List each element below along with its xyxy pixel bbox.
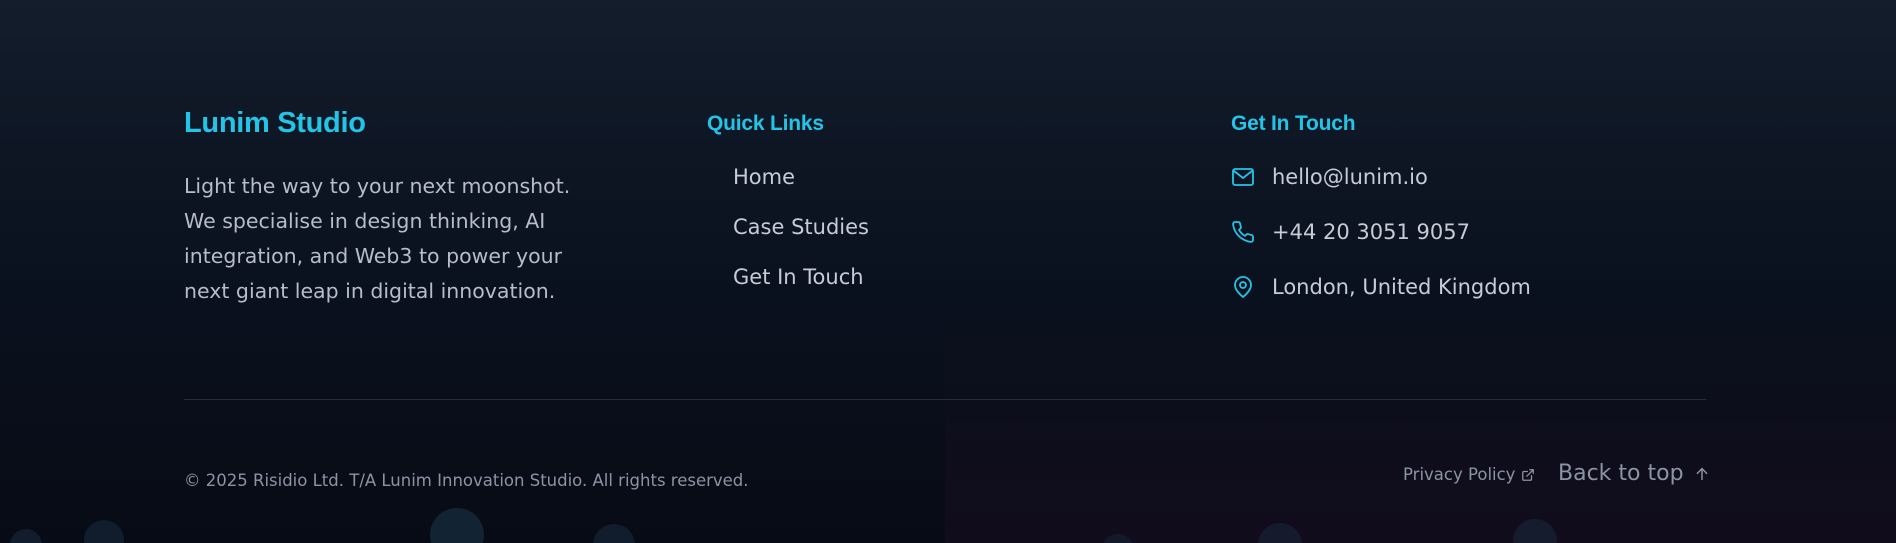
map-pin-icon [1231,270,1257,304]
quick-links-heading: Quick Links [707,112,824,135]
contact-email-text[interactable]: hello@lunim.io [1272,160,1428,194]
contact-phone[interactable]: +44 20 3051 9057 [1231,215,1531,270]
back-to-top-label[interactable]: Back to top [1558,460,1684,488]
get-in-touch-heading: Get In Touch [1231,112,1356,135]
contact-phone-text[interactable]: +44 20 3051 9057 [1272,215,1470,249]
footer-link-case-studies[interactable]: Case Studies [733,210,869,260]
contact-location: London, United Kingdom [1231,270,1531,325]
privacy-policy-label[interactable]: Privacy Policy [1403,464,1515,486]
copyright-text: © 2025 Risidio Ltd. T/A Lunim Innovation… [184,471,749,490]
footer-link-home[interactable]: Home [733,160,869,210]
contact-location-text: London, United Kingdom [1272,275,1531,299]
mail-icon [1231,160,1257,194]
site-footer: Lunim Studio Light the way to your next … [0,0,1896,543]
brand-title: Lunim Studio [184,107,366,139]
arrow-up-icon [1694,465,1710,483]
brand-description: Light the way to your next moonshot. We … [184,174,571,303]
contact-list: hello@lunim.io +44 20 3051 9057 London, … [1231,160,1531,325]
phone-icon [1231,215,1257,249]
external-link-icon [1521,468,1535,482]
privacy-policy-link[interactable]: Privacy Policy [1403,464,1535,486]
footer-divider [184,399,1706,400]
footer-link-get-in-touch[interactable]: Get In Touch [733,260,869,310]
quick-links-list: Home Case Studies Get In Touch [733,160,869,310]
back-to-top-button[interactable]: Back to top [1558,460,1710,488]
contact-email[interactable]: hello@lunim.io [1231,160,1531,215]
